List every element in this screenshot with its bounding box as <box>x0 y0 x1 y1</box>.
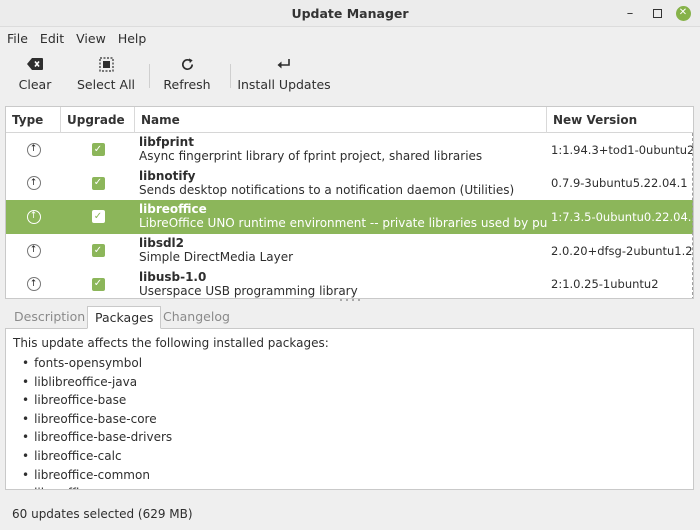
toolbar: Clear Select All Refresh Install Updates <box>0 52 700 98</box>
minimize-icon: – <box>626 5 634 21</box>
refresh-button[interactable]: Refresh <box>163 54 211 96</box>
menu-file[interactable]: File <box>1 31 34 46</box>
package-description: Simple DirectMedia Layer <box>139 250 294 265</box>
return-arrow-icon <box>277 54 291 74</box>
column-header-upgrade[interactable]: Upgrade <box>61 107 135 133</box>
upgrade-arrow-icon: ↑ <box>26 243 41 258</box>
upgrade-checkbox[interactable]: ✓ <box>91 277 105 291</box>
packages-panel: This update affects the following instal… <box>5 328 694 490</box>
maximize-button[interactable] <box>647 4 667 22</box>
new-version: 2.0.20+dfsg-2ubuntu1.22.04 <box>551 243 693 258</box>
table-row[interactable]: ↑ ✓ libnotify Sends desktop notification… <box>6 167 693 201</box>
table-header: Type Upgrade Name New Version <box>6 107 693 133</box>
package-name: libsdl2 <box>139 236 185 251</box>
package-description: Async fingerprint library of fprint proj… <box>139 149 483 164</box>
upgrade-arrow-icon: ↑ <box>26 209 41 224</box>
title-bar: Update Manager – ✕ <box>0 0 700 27</box>
select-all-icon <box>98 54 114 74</box>
list-item: libreoffice-core <box>22 484 172 489</box>
table-row[interactable]: ↑ ✓ libfprint Async fingerprint library … <box>6 133 693 167</box>
refresh-label: Refresh <box>163 77 211 92</box>
toolbar-separator <box>149 64 150 88</box>
backspace-icon <box>27 54 43 74</box>
upgrade-checkbox[interactable]: ✓ <box>91 244 105 258</box>
tab-description[interactable]: Description <box>7 306 92 328</box>
package-description: LibreOffice UNO runtime environment -- p… <box>139 216 547 231</box>
maximize-icon <box>652 8 662 18</box>
toolbar-separator <box>230 64 231 88</box>
refresh-icon <box>180 54 195 74</box>
table-row-selected[interactable]: ↑ ✓ libreoffice LibreOffice UNO runtime … <box>6 200 693 234</box>
list-item: libreoffice-base <box>22 391 172 410</box>
select-all-button[interactable]: Select All <box>76 54 136 96</box>
package-description: Sends desktop notifications to a notific… <box>139 182 515 197</box>
upgrade-arrow-icon: ↑ <box>26 176 41 191</box>
upgrade-arrow-icon: ↑ <box>26 142 41 157</box>
menu-edit[interactable]: Edit <box>34 31 70 46</box>
upgrade-arrow-icon: ↑ <box>26 277 41 292</box>
list-item: libreoffice-calc <box>22 447 172 466</box>
package-description: Userspace USB programming library <box>139 283 358 298</box>
install-updates-button[interactable]: Install Updates <box>237 54 331 96</box>
pane-resize-handle[interactable] <box>340 299 360 303</box>
table-body: ↑ ✓ libfprint Async fingerprint library … <box>6 133 693 298</box>
upgrade-checkbox[interactable]: ✓ <box>91 210 105 224</box>
status-bar-text: 60 updates selected (629 MB) <box>12 507 193 521</box>
install-updates-label: Install Updates <box>237 77 331 92</box>
packages-intro: This update affects the following instal… <box>13 336 329 350</box>
column-header-type[interactable]: Type <box>6 107 61 133</box>
scroll-edge <box>692 133 693 298</box>
menu-view[interactable]: View <box>70 31 112 46</box>
package-name: libusb-1.0 <box>139 269 207 284</box>
clear-label: Clear <box>18 77 52 92</box>
menu-help[interactable]: Help <box>112 31 153 46</box>
column-header-name[interactable]: Name <box>135 107 547 133</box>
affected-packages-list: fonts-opensymbol liblibreoffice-java lib… <box>22 354 172 489</box>
list-item: fonts-opensymbol <box>22 354 172 373</box>
table-row[interactable]: ↑ ✓ libsdl2 Simple DirectMedia Layer 2.0… <box>6 234 693 268</box>
minimize-button[interactable]: – <box>620 4 640 22</box>
close-button[interactable]: ✕ <box>673 4 693 22</box>
tab-packages[interactable]: Packages <box>87 306 162 329</box>
list-item: libreoffice-base-core <box>22 410 172 429</box>
upgrade-checkbox[interactable]: ✓ <box>91 176 105 190</box>
details-tabs: Description Packages Changelog <box>5 306 694 329</box>
select-all-label: Select All <box>76 77 136 92</box>
list-item: libreoffice-base-drivers <box>22 428 172 447</box>
upgrade-checkbox[interactable]: ✓ <box>91 143 105 157</box>
package-name: libnotify <box>139 168 196 183</box>
package-name: libreoffice <box>139 202 207 217</box>
tab-changelog[interactable]: Changelog <box>156 306 237 328</box>
menu-bar: File Edit View Help <box>0 27 700 49</box>
updates-table: Type Upgrade Name New Version ↑ ✓ libfpr… <box>5 106 694 299</box>
new-version: 1:1.94.3+tod1-0ubuntu2~22.04. <box>551 142 694 157</box>
clear-button[interactable]: Clear <box>16 54 54 96</box>
new-version: 1:7.3.5-0ubuntu0.22.04.1 <box>551 209 694 224</box>
list-item: libreoffice-common <box>22 466 172 485</box>
package-name: libfprint <box>139 135 194 150</box>
new-version: 0.7.9-3ubuntu5.22.04.1 <box>551 176 688 191</box>
new-version: 2:1.0.25-1ubuntu2 <box>551 277 659 292</box>
list-item: liblibreoffice-java <box>22 373 172 392</box>
close-icon: ✕ <box>675 5 691 21</box>
column-header-new-version[interactable]: New Version <box>547 107 693 133</box>
table-row[interactable]: ↑ ✓ libusb-1.0 Userspace USB programming… <box>6 267 693 298</box>
window-title: Update Manager <box>291 6 409 21</box>
